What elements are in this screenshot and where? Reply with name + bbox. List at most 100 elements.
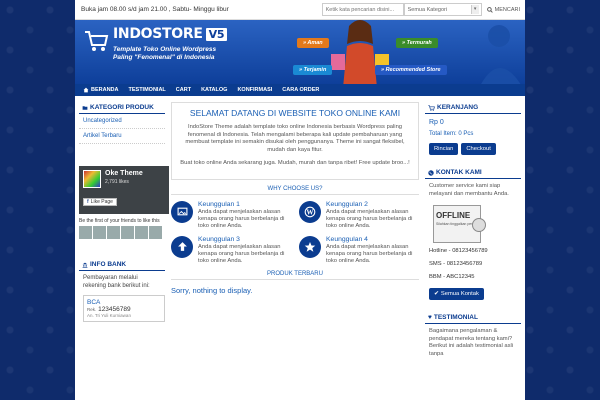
bank-owner: An. Tri Yuli Kurniawan xyxy=(87,313,131,318)
feature-item: Keunggulan 4 Anda dapat menjelaskan alas… xyxy=(299,235,419,265)
nav-item-cart[interactable]: CART xyxy=(171,87,196,93)
right-sidebar: KERANJANG Rp 0 Total Item: 0 Pcs Rincian… xyxy=(425,102,525,400)
svg-text:W: W xyxy=(306,208,314,216)
feature-item: Keunggulan 3 Anda dapat menjelaskan alas… xyxy=(171,235,291,265)
nav-item-cara-order[interactable]: CARA ORDER xyxy=(277,87,324,93)
fb-page-name[interactable]: Oke Theme xyxy=(105,170,143,177)
hotline: Hotline - 08123456789 xyxy=(429,248,488,254)
page-wrapper: Buka jam 08.00 s/d jam 21.00 , Sabtu- Mi… xyxy=(75,0,525,400)
avatar xyxy=(135,226,148,239)
cart-buttons: Rincian Checkout xyxy=(429,143,521,155)
kategori-title: KATEGORI PRODUK xyxy=(79,102,165,114)
fb-avatar xyxy=(83,170,101,188)
welcome-paragraph-2: Buat toko online Anda sekarang juga. Mud… xyxy=(180,160,410,166)
fb-likes: 2,791 likes xyxy=(105,179,129,185)
nav-item-testimonial[interactable]: TESTIMONIAL xyxy=(124,87,171,93)
testimonial-text: Bagaimana pengalaman & pendapat mereka t… xyxy=(429,328,514,357)
kategori-title-text: KATEGORI PRODUK xyxy=(90,104,154,111)
badge-aman: » Aman xyxy=(297,38,329,48)
features-grid: Keunggulan 1 Anda dapat menjelaskan alas… xyxy=(171,200,419,265)
bank-title: INFO BANK xyxy=(79,259,165,271)
badge-recommended: » Recommended Store xyxy=(375,65,447,75)
feature-title: Keunggulan 2 xyxy=(326,200,368,208)
heart-icon: ♥ xyxy=(428,314,432,321)
fb-like-label: Like Page xyxy=(90,199,113,205)
semua-kontak-label: Semua Kontak xyxy=(440,291,479,297)
category-select[interactable]: Semua Kategori ▾ xyxy=(403,3,482,16)
badge-terjamin: » Terjamin xyxy=(293,65,333,75)
nav-item-konfirmasi[interactable]: KONFIRMASI xyxy=(232,87,277,93)
kontak-title-text: KONTAK KAMI xyxy=(436,169,482,176)
nav-item-beranda[interactable]: BERANDA xyxy=(78,87,124,93)
left-sidebar: KATEGORI PRODUK Uncategorized Artikel Te… xyxy=(75,102,169,400)
version-badge: V5 xyxy=(205,28,228,41)
site-tagline: Template Toko Online Wordpress Paling "F… xyxy=(113,46,216,61)
welcome-paragraph-1: IndoStore Theme adalah template toko onl… xyxy=(185,124,405,153)
cart-title-text: KERANJANG xyxy=(437,104,479,111)
search-button-label: MENCARI xyxy=(494,6,520,13)
cart-total: Rp 0 xyxy=(429,119,444,126)
main-column: SELAMAT DATANG DI WEBSITE TOKO ONLINE KA… xyxy=(165,102,425,400)
facebook-page-widget[interactable]: Oke Theme 2,791 likes f Like Page xyxy=(79,166,169,214)
chevron-down-icon: ▾ xyxy=(470,5,479,14)
search-form: Semua Kategori ▾ MENCARI xyxy=(321,3,525,17)
info-bank-widget: INFO BANK Pembayaran melalui rekening ba… xyxy=(79,259,165,322)
avatar xyxy=(149,226,162,239)
rincian-button[interactable]: Rincian xyxy=(429,143,459,155)
avatar xyxy=(93,226,106,239)
fb-like-button[interactable]: f Like Page xyxy=(83,198,117,206)
avatar xyxy=(121,226,134,239)
bank-icon xyxy=(82,262,88,268)
fb-first-friends: Be the first of your friends to like thi… xyxy=(79,218,160,224)
nav-label: BERANDA xyxy=(91,87,119,93)
customer-service-text: Customer service kami siap melayani dan … xyxy=(429,183,509,197)
feature-item: W Keunggulan 2 Anda dapat menjelaskan al… xyxy=(299,200,419,230)
sms: SMS - 08123456789 xyxy=(429,261,483,267)
main-nav: BERANDA TESTIMONIAL CART KATALOG KONFIRM… xyxy=(75,84,525,96)
cart-logo-icon[interactable] xyxy=(83,28,109,54)
bank-description: Pembayaran melalui rekening bank berikut… xyxy=(83,275,150,289)
feature-text: Anda dapat menjelaskan alasan kenapa ora… xyxy=(198,208,285,229)
opening-hours: Buka jam 08.00 s/d jam 21.00 , Sabtu- Mi… xyxy=(81,6,229,13)
wordpress-icon: W xyxy=(299,200,321,223)
folder-icon xyxy=(82,105,88,110)
checkout-button[interactable]: Checkout xyxy=(461,143,496,155)
category-link-uncategorized[interactable]: Uncategorized xyxy=(79,114,165,129)
image-icon xyxy=(171,200,193,223)
content-area: KATEGORI PRODUK Uncategorized Artikel Te… xyxy=(75,96,525,400)
semua-kontak-button[interactable]: ✔ Semua Kontak xyxy=(429,288,484,300)
tagline-line-2: Paling "Fenomenal" di Indonesia xyxy=(113,53,215,61)
kontak-title: KONTAK KAMI xyxy=(425,167,521,179)
welcome-title: SELAMAT DATANG DI WEBSITE TOKO ONLINE KA… xyxy=(189,108,401,118)
avatar xyxy=(107,226,120,239)
cart-item-count: Total Item: 0 Pcs xyxy=(429,131,474,137)
badge-termurah: » Termurah xyxy=(396,38,438,48)
category-link-artikel[interactable]: Artikel Terbaru xyxy=(79,129,165,144)
search-button[interactable]: MENCARI xyxy=(482,3,525,16)
top-bar: Buka jam 08.00 s/d jam 21.00 , Sabtu- Mi… xyxy=(75,0,525,20)
home-icon xyxy=(83,87,89,93)
feature-body: Keunggulan 2 Anda dapat menjelaskan alas… xyxy=(326,201,419,230)
testimonial-title-text: TESTIMONIAL xyxy=(433,314,478,321)
search-input[interactable] xyxy=(321,3,404,16)
cart-title: KERANJANG xyxy=(425,102,521,114)
rek-label: Rek. xyxy=(87,307,97,312)
feature-text: Anda dapat menjelaskan alasan kenapa ora… xyxy=(198,243,285,264)
tagline-line-1: Template Toko Online Wordpress xyxy=(113,46,217,53)
bank-account-card: BCA Rek. 123456789 An. Tri Yuli Kurniawa… xyxy=(83,295,165,322)
model-silhouette-image xyxy=(481,25,521,84)
feature-body: Keunggulan 3 Anda dapat menjelaskan alas… xyxy=(198,236,291,265)
feature-item: Keunggulan 1 Anda dapat menjelaskan alas… xyxy=(171,200,291,230)
nav-item-katalog[interactable]: KATALOG xyxy=(196,87,232,93)
empty-products-message: Sorry, nothing to display. xyxy=(171,285,253,295)
clock-icon xyxy=(472,218,486,232)
feature-title: Keunggulan 4 xyxy=(326,235,368,243)
avatar xyxy=(79,226,92,239)
site-title[interactable]: INDOSTORE V5 xyxy=(113,26,228,42)
star-icon xyxy=(299,235,321,258)
welcome-box: SELAMAT DATANG DI WEBSITE TOKO ONLINE KA… xyxy=(171,102,419,180)
feature-body: Keunggulan 1 Anda dapat menjelaskan alas… xyxy=(198,201,291,230)
fb-friend-faces xyxy=(79,226,165,239)
offline-status-image: OFFLINE Silahkan tinggalkan pesan xyxy=(433,205,486,243)
cart-icon xyxy=(428,104,435,111)
